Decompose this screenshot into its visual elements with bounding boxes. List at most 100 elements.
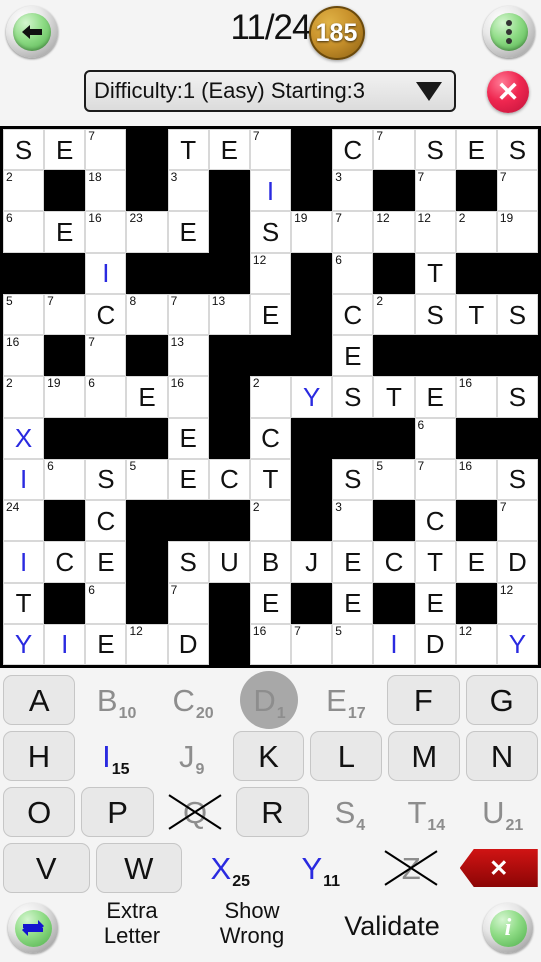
grid-cell[interactable]: I: [85, 252, 127, 294]
grid-cell[interactable]: 12: [496, 582, 538, 624]
grid-cell[interactable]: T: [414, 252, 456, 294]
grid-cell[interactable]: E: [208, 129, 250, 171]
grid-cell[interactable]: T: [455, 293, 497, 336]
grid-cell[interactable]: 19: [44, 376, 86, 418]
grid-cell[interactable]: E: [167, 211, 209, 253]
key-w[interactable]: W: [95, 843, 182, 893]
key-f[interactable]: F: [387, 675, 460, 725]
grid-cell[interactable]: 16: [167, 376, 209, 418]
key-u[interactable]: U 21: [468, 787, 538, 837]
grid-cell[interactable]: 16: [3, 335, 45, 377]
grid-cell[interactable]: I: [373, 623, 415, 665]
grid-cell[interactable]: 3: [332, 500, 374, 542]
grid-cell[interactable]: 6: [44, 458, 86, 501]
grid-cell[interactable]: 5: [373, 458, 415, 501]
grid-cell[interactable]: 18: [85, 170, 127, 212]
grid-cell[interactable]: E: [455, 541, 497, 583]
grid-cell[interactable]: E: [85, 541, 127, 583]
grid-cell[interactable]: 2: [3, 376, 45, 418]
key-c[interactable]: C 20: [158, 675, 228, 725]
key-g[interactable]: G: [465, 675, 538, 725]
grid-cell[interactable]: C: [85, 500, 127, 542]
delete-key-icon[interactable]: ✕: [457, 849, 541, 887]
grid-cell[interactable]: 7: [44, 293, 86, 336]
grid-cell[interactable]: S: [496, 458, 538, 501]
grid-cell[interactable]: S: [85, 458, 127, 501]
grid-cell[interactable]: 12: [249, 252, 292, 294]
validate-button[interactable]: Validate: [312, 911, 472, 941]
key-i[interactable]: I 15: [81, 731, 151, 781]
grid-cell[interactable]: E: [167, 458, 209, 501]
grid-cell[interactable]: 7: [496, 170, 538, 212]
grid-cell[interactable]: D: [167, 623, 209, 665]
grid-cell[interactable]: Y: [291, 376, 333, 418]
grid-cell[interactable]: S: [3, 129, 45, 171]
show-wrong-button[interactable]: Show Wrong: [192, 898, 312, 948]
key-k[interactable]: K: [232, 731, 305, 781]
grid-cell[interactable]: 6: [414, 417, 456, 459]
grid-cell[interactable]: C: [85, 293, 127, 336]
grid-cell[interactable]: 5: [126, 458, 168, 501]
grid-cell[interactable]: I: [44, 623, 86, 665]
grid-cell[interactable]: 7: [85, 129, 127, 171]
grid-cell[interactable]: 6: [85, 582, 127, 624]
grid-cell[interactable]: 8: [126, 293, 168, 336]
extra-letter-button[interactable]: Extra Letter: [72, 898, 192, 948]
grid-cell[interactable]: T: [3, 582, 45, 624]
grid-cell[interactable]: S: [249, 211, 292, 253]
grid-cell[interactable]: 16: [249, 623, 292, 665]
grid-cell[interactable]: E: [44, 211, 86, 253]
grid-cell[interactable]: I: [3, 541, 45, 583]
grid-cell[interactable]: 7: [496, 500, 538, 542]
grid-cell[interactable]: D: [496, 541, 538, 583]
grid-cell[interactable]: U: [208, 541, 250, 583]
grid-cell[interactable]: 5: [332, 623, 374, 665]
grid-cell[interactable]: 7: [373, 129, 415, 171]
grid-cell[interactable]: S: [496, 376, 538, 418]
key-y[interactable]: Y 11: [279, 843, 364, 893]
grid-cell[interactable]: C: [414, 500, 456, 542]
grid-cell[interactable]: E: [332, 582, 374, 624]
key-a[interactable]: A: [3, 675, 76, 725]
grid-cell[interactable]: 2: [373, 293, 415, 336]
grid-cell[interactable]: I: [3, 458, 45, 501]
grid-cell[interactable]: 7: [167, 293, 209, 336]
grid-cell[interactable]: T: [249, 458, 292, 501]
key-b[interactable]: B 10: [81, 675, 151, 725]
grid-cell[interactable]: 3: [332, 170, 374, 212]
grid-cell[interactable]: 6: [332, 252, 374, 294]
key-h[interactable]: H: [3, 731, 75, 781]
grid-cell[interactable]: T: [373, 376, 415, 418]
grid-cell[interactable]: J: [291, 541, 333, 583]
grid-cell[interactable]: 2: [3, 170, 45, 212]
grid-cell[interactable]: S: [496, 129, 538, 171]
grid-cell[interactable]: E: [167, 417, 209, 459]
key-l[interactable]: L: [310, 731, 383, 781]
key-m[interactable]: M: [388, 731, 461, 781]
grid-cell[interactable]: E: [332, 335, 374, 377]
grid-cell[interactable]: 16: [455, 458, 497, 501]
key-e[interactable]: E 17: [311, 675, 381, 725]
key-t[interactable]: T 14: [391, 787, 461, 837]
grid-cell[interactable]: C: [249, 417, 292, 459]
grid-cell[interactable]: 3: [167, 170, 209, 212]
grid-cell[interactable]: T: [167, 129, 209, 171]
grid-cell[interactable]: 7: [249, 129, 292, 171]
grid-cell[interactable]: 7: [414, 458, 456, 501]
grid-cell[interactable]: 19: [291, 211, 333, 253]
grid-cell[interactable]: T: [414, 541, 456, 583]
grid-cell[interactable]: 23: [126, 211, 168, 253]
grid-cell[interactable]: S: [414, 293, 456, 336]
grid-cell[interactable]: 24: [3, 500, 45, 542]
grid-cell[interactable]: S: [167, 541, 209, 583]
grid-cell[interactable]: C: [373, 541, 415, 583]
key-n[interactable]: N: [466, 731, 539, 781]
key-d[interactable]: D1: [234, 675, 304, 725]
info-button[interactable]: i: [483, 903, 533, 953]
grid-cell[interactable]: 7: [85, 335, 127, 377]
grid-cell[interactable]: E: [414, 582, 456, 624]
grid-cell[interactable]: C: [332, 129, 374, 171]
grid-cell[interactable]: 5: [3, 293, 45, 336]
grid-cell[interactable]: 7: [167, 582, 209, 624]
grid-cell[interactable]: 13: [167, 335, 209, 377]
